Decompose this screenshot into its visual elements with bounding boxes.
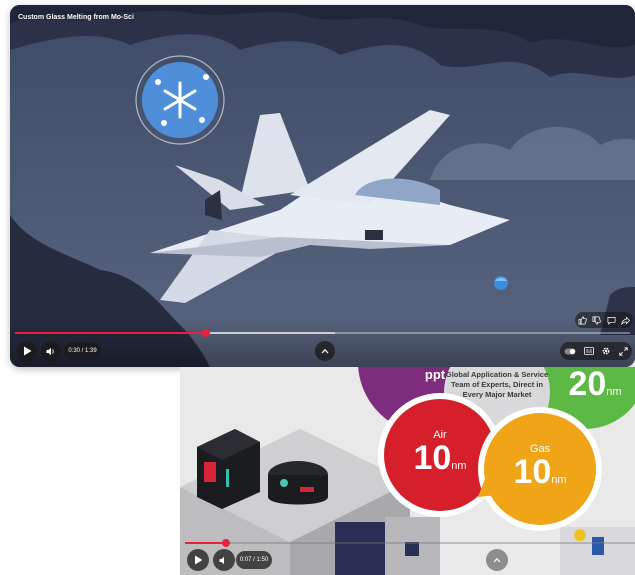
volume-icon	[219, 556, 224, 564]
time-display-secondary: 0:07 / 1:50	[236, 551, 272, 569]
played-bar	[15, 332, 206, 334]
service-team-label: Global Application & Service Team of Exp…	[445, 370, 549, 399]
settings-controls	[560, 342, 632, 360]
thumbs-up-icon[interactable]	[578, 316, 587, 325]
gas-value: 10nm	[513, 453, 567, 491]
expand-button-secondary[interactable]	[486, 549, 508, 571]
volume-button[interactable]	[41, 341, 61, 361]
progress-bar[interactable]	[15, 329, 630, 337]
action-bar	[575, 312, 633, 328]
fullscreen-icon[interactable]	[619, 346, 628, 356]
green-stat: 20nm	[555, 367, 635, 409]
video-frame-jet	[10, 5, 635, 367]
played-bar-secondary	[185, 542, 226, 544]
volume-button-secondary[interactable]	[213, 549, 235, 571]
expand-button[interactable]	[315, 341, 335, 361]
comment-icon[interactable]	[607, 316, 616, 325]
green-value: 20nm	[568, 367, 622, 403]
chevron-up-icon	[321, 348, 329, 354]
thumbs-down-icon[interactable]	[592, 316, 602, 325]
chevron-up-icon	[493, 557, 501, 563]
progress-bar-secondary[interactable]	[185, 539, 635, 547]
air-value: 10nm	[413, 439, 467, 477]
play-icon	[194, 555, 202, 565]
time-display: 0:30 / 1:39	[64, 342, 101, 360]
video-title[interactable]: Custom Glass Melting from Mo-Sci	[18, 14, 134, 21]
play-icon	[23, 346, 31, 356]
scrubber-handle-secondary[interactable]	[221, 539, 230, 547]
air-stat: Air 10nm	[390, 429, 490, 483]
scrubber-handle[interactable]	[201, 329, 210, 337]
play-button[interactable]	[17, 341, 37, 361]
video-player-main[interactable]: Custom Glass Melting from Mo-Sci 0:30 / …	[10, 5, 635, 367]
video-player-secondary[interactable]: ppt Global Application & Service Team of…	[180, 367, 635, 575]
gas-stat: Gas 10nm	[490, 443, 590, 497]
share-icon[interactable]	[621, 315, 631, 325]
toggle-icon[interactable]	[564, 348, 576, 355]
volume-icon	[46, 347, 54, 355]
gear-icon[interactable]	[601, 346, 611, 356]
captions-icon[interactable]	[583, 347, 594, 355]
play-button-secondary[interactable]	[187, 549, 209, 571]
